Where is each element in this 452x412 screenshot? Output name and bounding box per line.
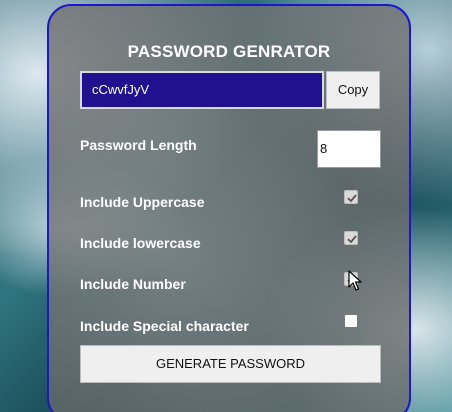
option-special-label: Include Special character bbox=[80, 318, 249, 334]
password-output[interactable]: cCwvfJyV bbox=[80, 71, 324, 109]
option-uppercase-label: Include Uppercase bbox=[80, 194, 205, 210]
password-length-input[interactable]: 8 bbox=[317, 130, 381, 168]
option-uppercase-checkbox[interactable] bbox=[344, 190, 358, 204]
generator-card: PASSWORD GENRATOR cCwvfJyV Copy Password… bbox=[47, 4, 411, 412]
option-lowercase-checkbox[interactable] bbox=[344, 231, 358, 245]
checkmark-icon bbox=[347, 235, 357, 244]
generate-password-button[interactable]: GENERATE PASSWORD bbox=[80, 345, 381, 383]
option-number-label: Include Number bbox=[80, 276, 186, 292]
password-length-label: Password Length bbox=[80, 137, 197, 153]
mouse-cursor-icon bbox=[348, 270, 362, 291]
checkmark-icon bbox=[347, 194, 357, 203]
option-special-checkbox[interactable] bbox=[344, 314, 358, 328]
option-lowercase-label: Include lowercase bbox=[80, 235, 201, 251]
app-title: PASSWORD GENRATOR bbox=[127, 42, 331, 61]
copy-button[interactable]: Copy bbox=[326, 71, 380, 109]
